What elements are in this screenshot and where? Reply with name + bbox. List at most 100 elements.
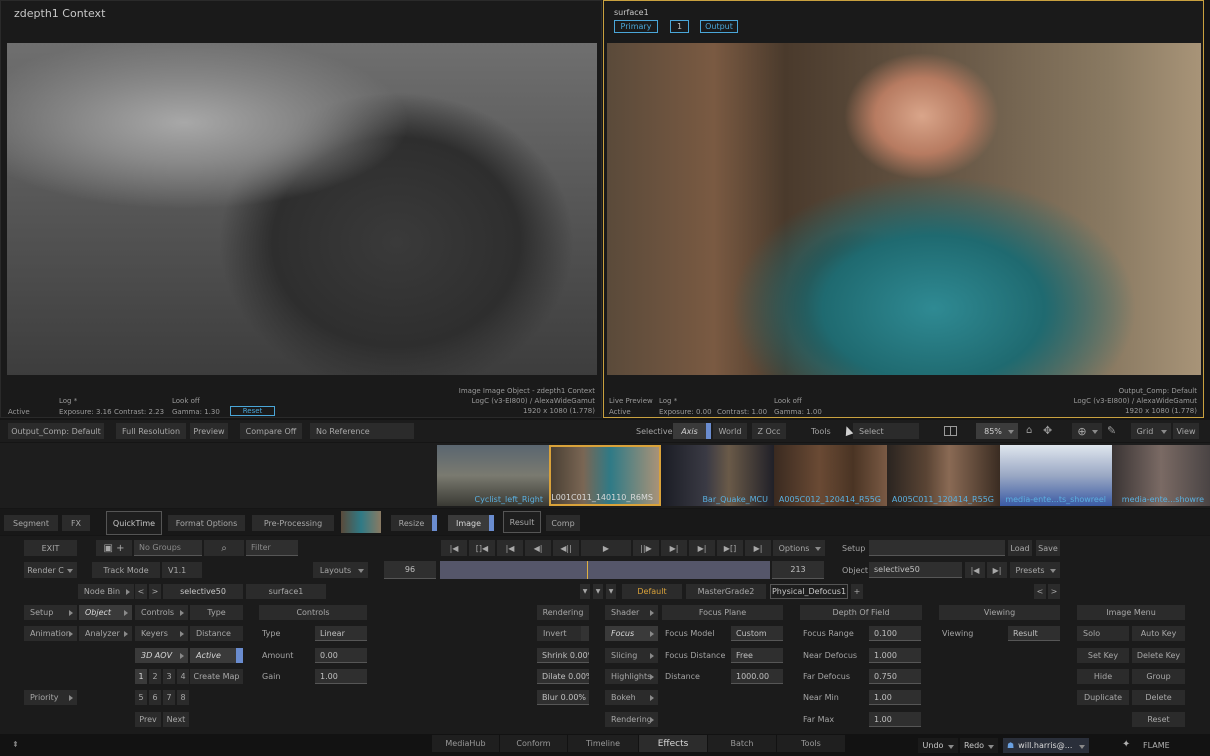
eyedropper-icon[interactable]: ✎ [1107, 425, 1119, 437]
render-dropdown[interactable]: Render C [24, 562, 77, 578]
viewing-field[interactable]: Result [1008, 626, 1060, 641]
focus-range-field[interactable]: 0.100 [869, 626, 921, 641]
load-button[interactable]: Load [1008, 540, 1032, 556]
aov-slot-5[interactable]: 5 [135, 690, 147, 705]
resize-node[interactable]: Resize [391, 515, 437, 531]
fx-button[interactable]: FX [62, 515, 90, 531]
type-field[interactable]: Linear [315, 626, 367, 641]
analyzer-menu[interactable]: Analyzer [79, 626, 132, 641]
group-button[interactable]: Group [1132, 669, 1185, 684]
compare-button[interactable]: Compare Off [240, 423, 302, 439]
select-tool-button[interactable]: Select [853, 423, 919, 439]
image-node[interactable]: Image [448, 515, 494, 531]
node-bin-button[interactable]: Node Bin [78, 584, 134, 599]
version-button[interactable]: V1.1 [162, 562, 202, 578]
animation-menu[interactable]: Animation [24, 626, 77, 641]
tab-timeline[interactable]: Timeline [568, 735, 638, 752]
options-dropdown[interactable]: Options [773, 540, 825, 556]
gain-field[interactable]: 1.00 [315, 669, 367, 684]
source-thumb-icon[interactable] [341, 511, 381, 533]
result-tab[interactable]: Result [503, 511, 541, 533]
focus-model-field[interactable]: Custom [731, 626, 783, 641]
invert-toggle[interactable]: Invert [537, 626, 589, 641]
fit-view-icon[interactable]: ✥ [1043, 425, 1055, 437]
3d-aov-menu[interactable]: 3D AOV [135, 648, 188, 663]
duplicate-button[interactable]: Duplicate [1077, 690, 1129, 705]
bokeh-menu[interactable]: Bokeh [605, 690, 658, 705]
aov-slot-2[interactable]: 2 [149, 669, 161, 684]
collapse-icon[interactable]: ⇞ [12, 740, 19, 749]
type-menu[interactable]: Type [190, 605, 243, 620]
highlights-menu[interactable]: Highlights [605, 669, 658, 684]
rendering-menu[interactable]: Rendering [605, 712, 658, 727]
reset-button[interactable]: Reset [1132, 712, 1185, 727]
tab-mediahub[interactable]: MediaHub [432, 735, 499, 752]
preview-button[interactable]: Preview [190, 423, 228, 439]
object-field[interactable]: selective50 [869, 562, 962, 578]
depth-image[interactable] [7, 43, 597, 375]
track-mode-button[interactable]: Track Mode [92, 562, 160, 578]
distance-menu[interactable]: Distance [190, 626, 243, 641]
primary-button[interactable]: Primary [614, 20, 658, 33]
thumb-bar-quake[interactable]: Bar_Quake_MCU [661, 445, 774, 506]
home-icon[interactable]: ⌂ [1026, 426, 1036, 436]
world-button[interactable]: World [713, 423, 747, 439]
bin-next-icon[interactable]: > [149, 584, 161, 599]
focus-distance-field[interactable]: Free [731, 648, 783, 663]
object-menu[interactable]: Object [79, 605, 132, 620]
aov-slot-4[interactable]: 4 [177, 669, 189, 684]
add-tab-icon[interactable]: + [851, 584, 863, 599]
move-down-3-icon[interactable]: ▼ [606, 584, 616, 599]
reference-button[interactable]: No Reference [310, 423, 414, 439]
zocc-button[interactable]: Z Occ [752, 423, 786, 439]
prev-key-icon[interactable]: ◀| [525, 540, 551, 556]
frame-end-field[interactable]: 213 [772, 561, 824, 579]
pre-processing-node[interactable]: Pre-Processing [252, 515, 334, 531]
aov-slot-8[interactable]: 8 [177, 690, 189, 705]
setup-field[interactable] [869, 540, 1005, 556]
full-resolution-button[interactable]: Full Resolution [116, 423, 186, 439]
output-comp-button[interactable]: Output_Comp: Default [8, 423, 104, 439]
comp-tab[interactable]: Comp [546, 515, 580, 531]
distance-field[interactable]: 1000.00 [731, 669, 783, 684]
hide-button[interactable]: Hide [1077, 669, 1129, 684]
object-next-icon[interactable]: ▶| [987, 562, 1007, 578]
pause-icon[interactable]: ||▶ [633, 540, 659, 556]
move-down-icon[interactable]: ▼ [580, 584, 590, 599]
exit-button[interactable]: EXIT [24, 540, 77, 556]
move-down-2-icon[interactable]: ▼ [593, 584, 603, 599]
solo-button[interactable]: Solo [1077, 626, 1129, 641]
near-min-field[interactable]: 1.00 [869, 690, 921, 705]
keyers-menu[interactable]: Keyers [135, 626, 188, 641]
goto-end-icon[interactable]: ▶| [745, 540, 771, 556]
physical-defocus-tab[interactable]: Physical_Defocus1 [770, 584, 848, 599]
slicing-menu[interactable]: Slicing [605, 648, 658, 663]
step-forward-icon[interactable]: ▶| [689, 540, 715, 556]
controls-menu[interactable]: Controls [135, 605, 188, 620]
shader-menu[interactable]: Shader [605, 605, 658, 620]
aov-slot-7[interactable]: 7 [163, 690, 175, 705]
format-options-node[interactable]: Format Options [168, 515, 245, 531]
next-keyframe-icon[interactable]: ▶[] [717, 540, 743, 556]
step-back-icon[interactable]: |◀ [497, 540, 523, 556]
tab-batch[interactable]: Batch [708, 735, 776, 752]
undo-button[interactable]: Undo [918, 738, 958, 753]
mastergrade-tab[interactable]: MasterGrade2 [686, 584, 766, 599]
goto-start-icon[interactable]: |◀ [441, 540, 467, 556]
view-button[interactable]: View [1173, 423, 1199, 439]
set-key-button[interactable]: Set Key [1077, 648, 1129, 663]
axis-button[interactable]: Axis [673, 423, 711, 439]
search-icon[interactable]: ⌕ [204, 540, 244, 556]
aov-slot-1[interactable]: 1 [135, 669, 147, 684]
tab-conform[interactable]: Conform [500, 735, 567, 752]
aov-slot-3[interactable]: 3 [163, 669, 175, 684]
thumb-a005c012[interactable]: A005C012_120414_R55G [774, 445, 887, 506]
play-reverse-icon[interactable]: ◀|| [553, 540, 579, 556]
thumb-cyclist[interactable]: Cyclist_left_Right [437, 445, 549, 506]
prev-keyframe-icon[interactable]: []◀ [469, 540, 495, 556]
amount-field[interactable]: 0.00 [315, 648, 367, 663]
groups-field[interactable]: No Groups [134, 540, 202, 556]
setup-menu[interactable]: Setup [24, 605, 77, 620]
thumb-l001c011-selected[interactable]: L001C011_140110_R6MS [549, 445, 661, 506]
frame-start-field[interactable]: 96 [384, 561, 436, 579]
